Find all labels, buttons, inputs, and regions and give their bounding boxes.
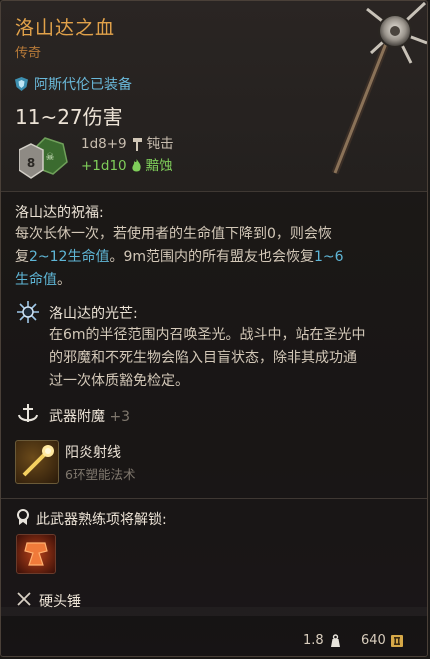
proficiency-icon xyxy=(15,508,31,526)
divider-top xyxy=(1,191,427,192)
proficiency-label: 此武器熟练项将解锁: xyxy=(36,512,167,528)
radiance-text: 在6m的半径范围内召唤圣光。战斗中，站在圣光中 的邪魔和不死生物会陷入目盲状态，… xyxy=(49,324,421,393)
equipped-label: 阿斯代伦已装备 xyxy=(34,77,132,93)
spell-tile[interactable] xyxy=(15,440,59,484)
radiance-line-2: 的邪魔和不死生物会陷入目盲状态，除非其成功通 xyxy=(49,350,357,366)
equipped-status: 阿斯代伦已装备 xyxy=(15,74,132,94)
damage-range: 11~27伤害 xyxy=(15,105,123,129)
anchor-sword-icon xyxy=(18,404,38,422)
gold-coin-icon xyxy=(390,634,403,647)
weapon-type-label: 硬头锤 xyxy=(39,594,81,610)
damage-extra-dice: +1d10 xyxy=(81,158,127,174)
price-value: 640 xyxy=(361,633,386,648)
sunbeam-spell-icon xyxy=(22,445,54,477)
damage-main-line: 1d8+9 钝击 xyxy=(81,133,174,155)
spell-name: 阳炎射线 xyxy=(65,445,121,461)
damage-breakdown: 1d8+9 钝击 +1d10 黯蚀 xyxy=(81,133,174,177)
equipped-shield-icon xyxy=(15,77,28,91)
blessing-hp-word: 生命值 xyxy=(15,272,57,288)
damage-extra-type: 黯蚀 xyxy=(145,158,173,174)
item-rarity: 传奇 xyxy=(15,46,42,61)
blessing-line-2-a: 复 xyxy=(15,249,29,265)
damage-extra-line: +1d10 黯蚀 xyxy=(81,155,174,177)
damage-dice-icon: ☠ 8 xyxy=(19,137,68,179)
item-title: 洛山达之血 xyxy=(15,17,116,39)
weight-display: 1.8 xyxy=(303,633,341,648)
blessing-line-3-end: 。 xyxy=(57,272,71,288)
radiance-burst-icon xyxy=(17,301,39,323)
price-display: 640 xyxy=(361,633,403,648)
blessing-title: 洛山达的祝福: xyxy=(15,205,104,221)
blessing-text: 每次长休一次，若使用者的生命值下降到0，则会恢 复2~12生命值。9m范围内的所… xyxy=(15,223,419,292)
svg-text:☠: ☠ xyxy=(46,152,55,163)
weapon-action-tile[interactable] xyxy=(16,534,56,574)
mace-artwork-icon xyxy=(331,1,427,175)
spell-level: 6环塑能法术 xyxy=(65,467,136,482)
damage-main-dice: 1d8+9 xyxy=(81,136,127,152)
weapon-action-icon xyxy=(24,542,48,566)
die-value-text: 8 xyxy=(27,156,35,170)
enchantment-label: 武器附魔 xyxy=(49,409,105,425)
enchantment-row: 武器附魔 +3 xyxy=(49,406,130,426)
enchantment-icon xyxy=(15,401,41,427)
radiance-icon[interactable] xyxy=(15,299,41,325)
weight-value: 1.8 xyxy=(303,633,324,648)
radiance-line-1: 在6m的半径范围内召唤圣光。战斗中，站在圣光中 xyxy=(49,327,366,343)
necrotic-flame-icon xyxy=(132,159,141,172)
blessing-heal-self: 2~12生命值 xyxy=(29,249,110,265)
radiance-title: 洛山达的光芒: xyxy=(49,306,138,322)
weight-icon xyxy=(330,634,340,647)
mace-type-icon xyxy=(15,590,33,608)
blessing-line-3: 生命值。 xyxy=(15,269,419,292)
blessing-line-2: 复2~12生命值。9m范围内的所有盟友也会恢复1~6 xyxy=(15,246,419,269)
blessing-line-2-c: 。9m范围内的所有盟友也会恢复 xyxy=(109,249,314,265)
blessing-line-1: 每次长休一次，若使用者的生命值下降到0，则会恢 xyxy=(15,226,332,242)
radiance-line-3: 过一次体质豁免检定。 xyxy=(49,373,189,389)
enchantment-value: +3 xyxy=(109,409,131,425)
damage-main-type: 钝击 xyxy=(146,136,174,152)
item-tooltip: 洛山达之血 传奇 阿斯代伦已装备 11~27伤害 ☠ 8 1d8+9 钝击 +1… xyxy=(0,0,428,657)
divider-mid xyxy=(1,498,427,499)
proficiency-medal-icon xyxy=(17,509,29,525)
blessing-heal-allies: 1~6 xyxy=(314,249,344,265)
crossed-maces-icon xyxy=(17,592,31,606)
bludgeoning-hammer-icon xyxy=(132,138,142,151)
